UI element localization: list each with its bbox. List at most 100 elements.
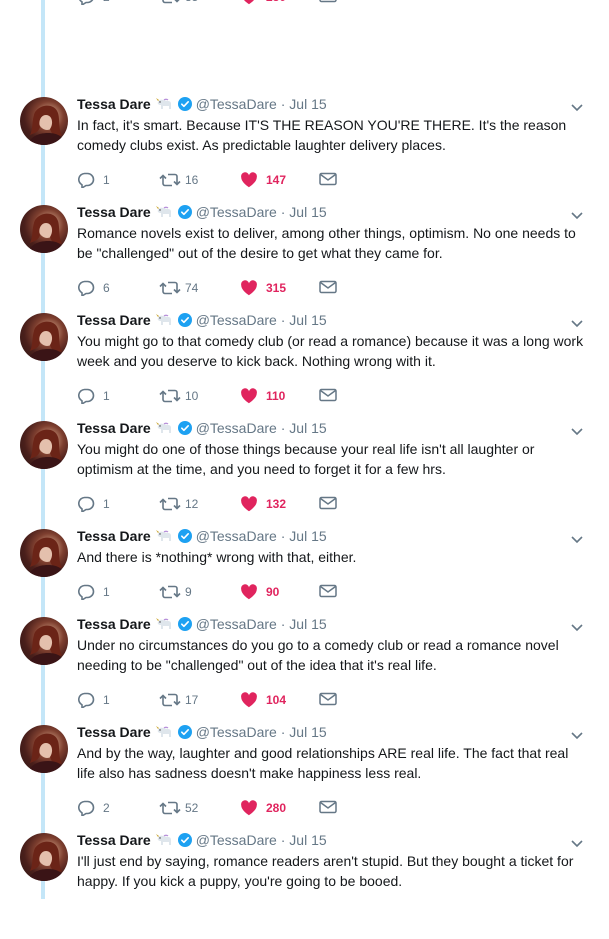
rt-count: 9	[185, 585, 192, 599]
tweet[interactable]: Tessa Dare @TessaDare · Jul 15 Under no ci…	[0, 615, 609, 723]
verified-badge-icon	[177, 529, 192, 543]
like-count: 132	[266, 497, 287, 511]
rt-count: 12	[185, 497, 199, 511]
unicorn-emoji-icon	[155, 833, 175, 847]
tweet-text: Romance novels exist to deliver, among o…	[77, 223, 587, 263]
author-handle[interactable]: @TessaDare	[196, 832, 277, 848]
author-handle[interactable]: @TessaDare	[196, 420, 277, 436]
tweet-date[interactable]: Jul 15	[289, 204, 326, 220]
reply-count: 1	[103, 389, 110, 403]
author-name[interactable]: Tessa Dare	[77, 616, 151, 632]
separator-dot: ·	[280, 616, 286, 632]
author-handle[interactable]: @TessaDare	[196, 204, 277, 220]
tweet-text-line: be "challenged" out of the desire to get…	[77, 245, 443, 261]
verified-badge-icon	[177, 313, 192, 327]
author-handle[interactable]: @TessaDare	[196, 616, 277, 632]
avatar[interactable]	[20, 313, 68, 361]
chevron-down-icon[interactable]	[571, 727, 583, 740]
avatar[interactable]	[20, 205, 68, 253]
avatar[interactable]	[20, 833, 68, 881]
tweet-header: Tessa Dare @TessaDare · Jul 15	[77, 203, 327, 221]
tweet-header: Tessa Dare @TessaDare · Jul 15	[77, 419, 327, 437]
tweet-date[interactable]: Jul 15	[289, 724, 326, 740]
unicorn-emoji-icon	[155, 421, 175, 435]
tweet[interactable]: Tessa Dare @TessaDare · Jul 15 You might g…	[0, 311, 609, 419]
like-count: 104	[266, 693, 287, 707]
tweet-text: And by the way, laughter and good relati…	[77, 743, 587, 783]
chevron-down-icon[interactable]	[571, 619, 583, 632]
unicorn-emoji-icon	[155, 617, 175, 631]
tweet-header: Tessa Dare @TessaDare · Jul 15	[77, 831, 327, 849]
tweet-text-line: Under no circumstances do you go to a co…	[77, 637, 559, 653]
author-name[interactable]: Tessa Dare	[77, 96, 151, 112]
like-count: 230	[266, 0, 286, 7]
avatar[interactable]	[20, 421, 68, 469]
like-count: 147	[266, 173, 287, 187]
author-name[interactable]: Tessa Dare	[77, 204, 151, 220]
unicorn-emoji-icon	[155, 97, 175, 111]
tweet-text: You might do one of those things because…	[77, 439, 587, 479]
separator-dot: ·	[280, 96, 286, 112]
separator-dot: ·	[280, 420, 286, 436]
tweet-header: Tessa Dare @TessaDare · Jul 15	[77, 527, 327, 545]
unicorn-emoji-icon	[155, 725, 175, 739]
tweet-date[interactable]: Jul 15	[289, 528, 326, 544]
chevron-down-icon[interactable]	[571, 531, 583, 544]
like-count: 110	[266, 389, 286, 403]
tweet[interactable]: Tessa Dare @TessaDare · Jul 15 You might d…	[0, 419, 609, 527]
author-handle[interactable]: @TessaDare	[196, 724, 277, 740]
like-count: 280	[266, 801, 287, 815]
author-handle[interactable]: @TessaDare	[196, 528, 277, 544]
reply-count: 1	[103, 585, 110, 599]
tweet-text-line: And there is *nothing* wrong with that, …	[77, 549, 357, 565]
chevron-down-icon[interactable]	[571, 207, 583, 220]
tweet-text-line: In fact, it's smart. Because IT'S THE RE…	[77, 117, 567, 133]
author-name[interactable]: Tessa Dare	[77, 312, 151, 328]
tweet-header: Tessa Dare @TessaDare · Jul 15	[77, 723, 327, 741]
verified-badge-icon	[177, 421, 192, 435]
chevron-down-icon[interactable]	[571, 423, 583, 436]
like-count: 90	[266, 585, 280, 599]
tweet-date[interactable]: Jul 15	[289, 832, 326, 848]
chevron-down-icon[interactable]	[571, 835, 583, 848]
tweet-date[interactable]: Jul 15	[289, 420, 326, 436]
author-handle[interactable]: @TessaDare	[196, 312, 277, 328]
author-name[interactable]: Tessa Dare	[77, 528, 151, 544]
chevron-down-icon[interactable]	[571, 99, 583, 112]
author-name[interactable]: Tessa Dare	[77, 832, 151, 848]
tweet-text: Under no circumstances do you go to a co…	[77, 635, 587, 675]
tweet-text-line: life also has sadness doesn't make happi…	[77, 765, 422, 781]
tweet[interactable]: Tessa Dare@TessaDare · Jul 15There's not…	[0, 0, 609, 20]
tweet-text-line: comedy clubs exist. As predictable laugh…	[77, 137, 446, 153]
tweet-text-line: week and you deserve to kick back. Nothi…	[77, 353, 436, 369]
rt-count: 74	[185, 281, 199, 295]
avatar[interactable]	[20, 725, 68, 773]
tweet-date[interactable]: Jul 15	[289, 616, 326, 632]
tweet[interactable]: Tessa Dare @TessaDare · Jul 15 Romance nov…	[0, 203, 609, 311]
tweet-text-line: You might do one of those things because…	[77, 441, 535, 457]
unicorn-emoji-icon	[155, 205, 175, 219]
separator-dot: ·	[280, 832, 286, 848]
author-name[interactable]: Tessa Dare	[77, 420, 151, 436]
avatar[interactable]	[20, 97, 68, 145]
tweet-header: Tessa Dare @TessaDare · Jul 15	[77, 311, 327, 329]
unicorn-emoji-icon	[155, 529, 175, 543]
author-name[interactable]: Tessa Dare	[77, 724, 151, 740]
tweet-text-line: You might go to that comedy club (or rea…	[77, 333, 584, 349]
tweet-text-line: Romance novels exist to deliver, among o…	[77, 225, 576, 241]
tweet-date[interactable]: Jul 15	[289, 312, 326, 328]
tweet-text: I'll just end by saying, romance readers…	[77, 851, 587, 891]
reply-count: 1	[103, 497, 110, 511]
tweet[interactable]: Tessa Dare @TessaDare · Jul 15 I'll just e…	[0, 831, 609, 939]
tweet[interactable]: Tessa Dare @TessaDare · Jul 15 And by the …	[0, 723, 609, 831]
tweet[interactable]: Tessa Dare @TessaDare · Jul 15 In fact, it…	[0, 95, 609, 203]
tweet-date[interactable]: Jul 15	[289, 96, 326, 112]
author-handle[interactable]: @TessaDare	[196, 96, 277, 112]
rt-count: 52	[185, 801, 199, 815]
tweet-text-line: I'll just end by saying, romance readers…	[77, 853, 574, 869]
avatar[interactable]	[20, 617, 68, 665]
chevron-down-icon[interactable]	[571, 315, 583, 328]
reply-count: 2	[103, 0, 110, 7]
avatar[interactable]	[20, 529, 68, 577]
separator-dot: ·	[280, 312, 286, 328]
